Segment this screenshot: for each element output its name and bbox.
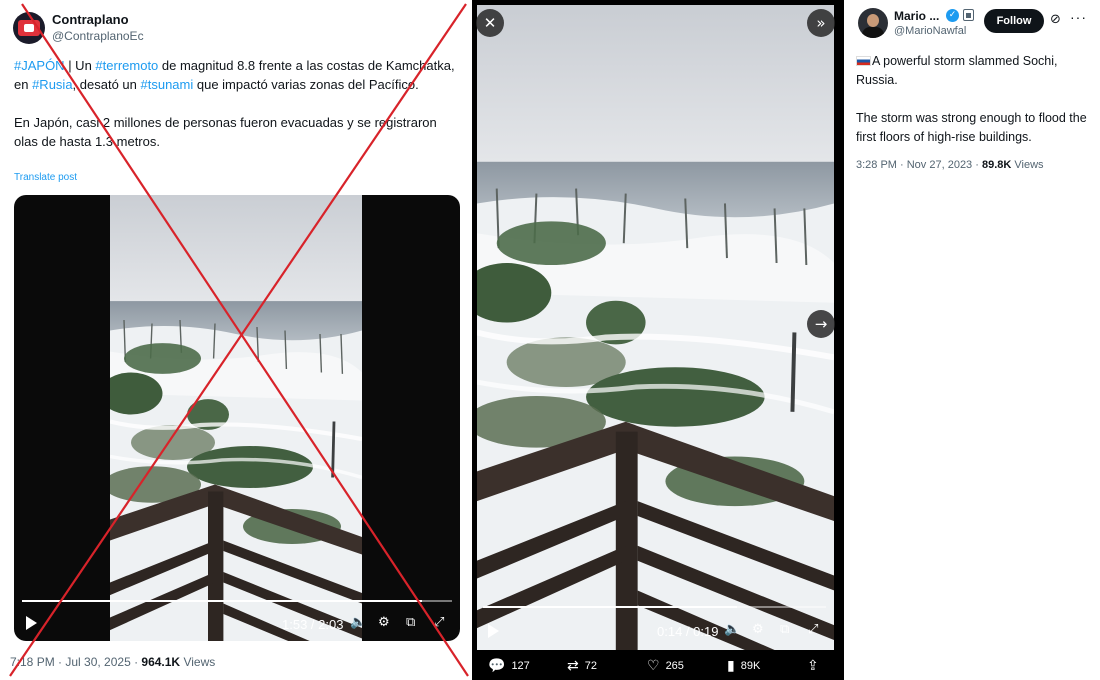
viewer-action-bar: 💬 127 ⇄ 72 ♡ 265 ▮ 89K ⇪ [472,652,844,680]
viewer-video-frame[interactable] [477,5,834,650]
viewer-volume-icon[interactable]: 🔈 [724,622,740,637]
left-post-paragraph-2: En Japón, casi 2 millones de personas fu… [14,115,437,149]
right-post-card: Mario ... ✓ @MarioNawfal Follow ⊘ ··· A … [848,0,1100,680]
close-icon[interactable]: ✕ [476,9,504,37]
more-options-icon[interactable]: ··· [1070,9,1087,25]
media-viewer: ✕ » → 0:14 / 0:19 🔈 ⚙ ⧉ ⤢ 💬 127 ⇄ 72 ♡ 265 … [472,0,844,680]
right-views-label: Views [1014,159,1044,171]
left-video-player[interactable]: 1:53 / 2:03 🔈 ⚙ ⧉ ⤢ [14,195,460,641]
left-display-name[interactable]: Contraplano [52,12,129,27]
settings-icon[interactable]: ⚙ [378,615,390,630]
viewer-video-time: 0:14 / 0:19 [657,624,719,639]
left-video-progress-bar[interactable] [22,600,452,602]
hashtag-rusia[interactable]: #Rusia [32,77,72,92]
reply-button[interactable]: 💬 127 [488,658,530,674]
hashtag-japon[interactable]: #JAPÓN [14,58,65,73]
left-timestamp[interactable]: 7:18 PM · Jul 30, 2025 · [10,655,141,669]
left-post-paragraph-1: #JAPÓN | Un #terremoto de magnitud 8.8 f… [14,56,464,94]
views-button[interactable]: ▮ 89K [727,658,760,674]
viewer-progress-bar[interactable] [483,606,826,608]
mario-avatar[interactable] [858,8,888,38]
hashtag-terremoto[interactable]: #terremoto [95,58,158,73]
like-count: 265 [665,660,684,672]
viewer-fullscreen-icon[interactable]: ⤢ [808,622,818,637]
pip-icon[interactable]: ⧉ [406,615,415,630]
verified-badge-icon: ✓ [946,9,959,22]
hashtag-tsunami[interactable]: #tsunami [141,77,194,92]
right-text-1: A powerful storm slammed Sochi, Russia. [856,54,1058,87]
right-timestamp[interactable]: 3:28 PM · Nov 27, 2023 · [856,159,982,171]
russia-flag-icon [856,56,871,66]
right-post-paragraph-1: A powerful storm slammed Sochi, Russia. [856,52,1096,90]
repost-button[interactable]: ⇄ 72 [567,658,597,674]
expand-panel-icon[interactable]: » [807,9,835,37]
right-display-name[interactable]: Mario ... [894,9,939,23]
viewer-play-icon[interactable] [488,624,499,638]
share-button[interactable]: ⇪ [807,658,819,674]
next-media-icon[interactable]: → [807,310,835,338]
right-post-meta: 3:28 PM · Nov 27, 2023 · 89.8K Views [856,159,1044,171]
grok-icon[interactable]: ⊘ [1050,12,1061,27]
viewer-pip-icon[interactable]: ⧉ [780,622,789,637]
affiliate-badge-icon [963,9,974,21]
left-post-meta: 7:18 PM · Jul 30, 2025 · 964.1K Views [10,655,215,669]
left-video-time: 1:53 / 2:03 [282,617,344,632]
follow-button[interactable]: Follow [984,9,1044,33]
text-fragment: , desató un [72,77,141,92]
text-fragment: que impactó varias zonas del Pacífico. [193,77,419,92]
views-count: 89K [740,660,761,672]
left-video-frame [110,195,362,641]
volume-icon[interactable]: 🔈 [350,615,366,630]
text-fragment: | Un [64,58,96,73]
repost-icon: ⇄ [567,658,579,674]
right-post-text: A powerful storm slammed Sochi, Russia. … [856,52,1096,166]
reply-icon: 💬 [488,658,506,674]
fullscreen-icon[interactable]: ⤢ [434,615,444,630]
share-icon: ⇪ [807,658,819,674]
reply-count: 127 [511,660,530,672]
translate-post-link[interactable]: Translate post [14,172,77,183]
heart-icon: ♡ [647,658,660,674]
repost-count: 72 [584,660,597,672]
right-handle[interactable]: @MarioNawfal [894,25,966,37]
analytics-icon: ▮ [727,658,735,674]
like-button[interactable]: ♡ 265 [647,658,684,674]
right-views-count: 89.8K [981,159,1012,171]
left-handle[interactable]: @ContraplanoEc [52,29,144,43]
left-views-count: 964.1K [141,655,181,669]
right-post-paragraph-2: The storm was strong enough to flood the… [856,111,1087,144]
viewer-settings-icon[interactable]: ⚙ [752,622,764,637]
left-views-label: Views [183,655,216,669]
left-play-icon[interactable] [26,616,37,630]
left-post-text: #JAPÓN | Un #terremoto de magnitud 8.8 f… [14,56,464,170]
left-post-card: Contraplano @ContraplanoEc #JAPÓN | Un #… [0,0,470,680]
contraplano-avatar[interactable] [13,12,45,44]
